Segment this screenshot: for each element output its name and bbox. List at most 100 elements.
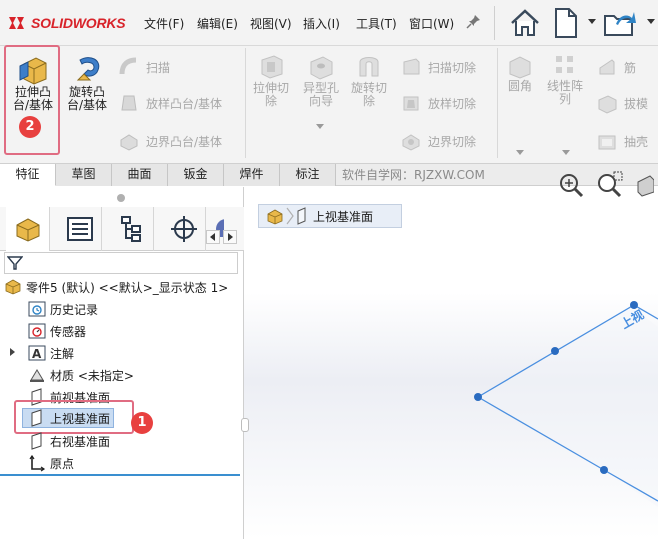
chevron-right-icon (286, 207, 294, 225)
svg-text:A: A (32, 347, 42, 361)
menu-insert[interactable]: 插入(I) (303, 15, 340, 32)
group-separator (497, 48, 498, 158)
zoom-to-fit-icon[interactable] (556, 170, 586, 200)
hole-wizard-button[interactable]: 异型孔 向导 (298, 52, 344, 108)
tree-item-right-plane[interactable]: 右视基准面 (28, 431, 110, 451)
draft-icon (598, 95, 617, 114)
chevron-down-icon[interactable] (646, 18, 656, 26)
plane-handle[interactable] (551, 347, 559, 355)
chevron-down-icon[interactable] (316, 124, 324, 130)
menu-edit[interactable]: 编辑(E) (197, 15, 238, 32)
heads-up-toolbar (556, 170, 654, 200)
swept-cut-icon (403, 58, 420, 75)
tree-item-sensors[interactable]: 传感器 (28, 321, 86, 341)
part-icon (16, 218, 39, 242)
material-icon (30, 369, 44, 382)
selection-breadcrumb[interactable]: 上视基准面 (258, 204, 402, 228)
plane-icon (31, 432, 42, 450)
tab-configuration-manager[interactable] (110, 207, 154, 251)
open-folder-icon[interactable] (602, 6, 638, 40)
tab-markup[interactable]: 标注 (280, 164, 336, 186)
swept-cut-label: 扫描切除 (428, 60, 477, 75)
lofted-cut-label: 放样切除 (428, 96, 477, 111)
tree-item-history[interactable]: 历史记录 (28, 299, 98, 319)
expand-arrow-icon[interactable] (9, 347, 17, 357)
extrude-cut-button[interactable]: 拉伸切 除 (248, 52, 294, 108)
new-document-icon[interactable] (552, 6, 580, 40)
previous-view-icon[interactable] (632, 170, 654, 200)
solidworks-logo[interactable]: SOLIDWORKS (6, 12, 126, 34)
draft-button[interactable]: 拔模 (596, 92, 648, 114)
boundary-boss-label: 边界凸台/基体 (146, 134, 223, 149)
boundary-boss-button[interactable]: 边界凸台/基体 (118, 130, 222, 152)
home-icon[interactable] (508, 6, 542, 40)
sweep-label: 扫描 (146, 60, 171, 75)
revolve-boss-button[interactable]: 旋转凸 台/基体 (62, 52, 112, 112)
chevron-left-icon (210, 233, 215, 241)
chevron-right-icon (228, 233, 233, 241)
tree-item-annotations[interactable]: A 注解 (28, 343, 74, 363)
tabs-scroll-left[interactable] (206, 230, 220, 244)
menu-window[interactable]: 窗口(W) (409, 15, 454, 32)
tab-sheet-metal[interactable]: 钣金 (168, 164, 224, 186)
panel-splitter-handle[interactable] (241, 418, 249, 432)
chevron-down-icon[interactable] (587, 18, 597, 26)
boundary-boss-icon (120, 134, 138, 151)
tree-root-part[interactable]: 零件5 (默认) <<默认>_显示状态 1> (4, 277, 228, 297)
menu-tools[interactable]: 工具(T) (356, 15, 397, 32)
hole-wizard-icon (310, 56, 333, 80)
tree-item-label: 材质 <未指定> (50, 368, 134, 383)
tree-item-label: 历史记录 (50, 302, 99, 317)
tree-item-label: 传感器 (50, 324, 87, 339)
shell-label: 抽壳 (624, 134, 649, 149)
tree-rollback-bar[interactable] (0, 474, 240, 476)
origin-icon (29, 454, 46, 472)
swept-cut-button[interactable]: 扫描切除 (400, 56, 476, 78)
tab-surfaces[interactable]: 曲面 (112, 164, 168, 186)
tabs-scroll-right[interactable] (223, 230, 237, 244)
tree-filter[interactable] (4, 252, 238, 274)
filter-icon (7, 256, 23, 270)
menu-view[interactable]: 视图(V) (250, 15, 292, 32)
panel-grip[interactable] (117, 194, 125, 202)
zoom-to-area-icon[interactable] (594, 170, 624, 200)
revolve-boss-icon (76, 57, 100, 81)
extrude-cut-icon (261, 55, 283, 79)
tab-sketch[interactable]: 草图 (56, 164, 112, 186)
tree-item-material[interactable]: 材质 <未指定> (28, 365, 134, 385)
loft-boss-icon (121, 95, 137, 111)
plane-handle[interactable] (600, 466, 608, 474)
sweep-button[interactable]: 扫描 (118, 56, 170, 78)
rib-button[interactable]: 筋 (596, 56, 636, 78)
tab-features[interactable]: 特征 (0, 164, 56, 186)
hole-wizard-label: 异型孔 向导 (302, 81, 339, 108)
chevron-down-icon[interactable] (516, 150, 524, 156)
tree-item-label: 注解 (50, 346, 75, 361)
fillet-button[interactable]: 圆角 (502, 52, 538, 93)
shell-button[interactable]: 抽壳 (596, 130, 648, 152)
tree-item-origin[interactable]: 原点 (28, 453, 74, 473)
part-icon (5, 279, 21, 295)
tab-dimxpert-manager[interactable] (162, 207, 206, 251)
tab-feature-tree[interactable] (6, 207, 50, 251)
tab-weldments[interactable]: 焊件 (224, 164, 280, 186)
tree-item-label: 原点 (50, 456, 75, 471)
step-1-badge: 1 (131, 412, 153, 434)
menu-file[interactable]: 文件(F) (144, 15, 184, 32)
tree-item-label: 右视基准面 (50, 434, 111, 449)
loft-boss-button[interactable]: 放样凸台/基体 (118, 92, 222, 114)
plane-handle[interactable] (474, 393, 482, 401)
linear-pattern-button[interactable]: 线性阵 列 (542, 52, 588, 106)
tab-property-manager[interactable] (58, 207, 102, 251)
group-separator (245, 48, 246, 158)
tree-root-label: 零件5 (默认) <<默认>_显示状态 1> (26, 280, 229, 295)
plane-icon (297, 207, 306, 225)
breadcrumb-label: 上视基准面 (313, 209, 374, 224)
top-plane-preview[interactable]: 上视 (244, 187, 658, 539)
boundary-cut-button[interactable]: 边界切除 (400, 130, 476, 152)
revolve-cut-button[interactable]: 旋转切 除 (346, 52, 392, 108)
pin-icon[interactable] (466, 13, 482, 29)
loft-boss-label: 放样凸台/基体 (146, 96, 223, 111)
lofted-cut-button[interactable]: 放样切除 (400, 92, 476, 114)
chevron-down-icon[interactable] (562, 150, 570, 156)
